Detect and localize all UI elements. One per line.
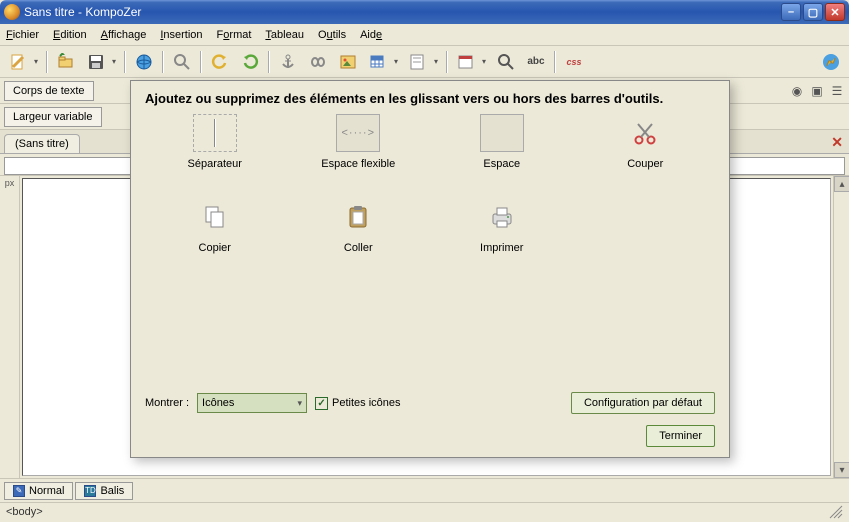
document-tab[interactable]: (Sans titre) xyxy=(4,134,80,153)
show-label: Montrer : xyxy=(145,397,189,409)
calendar-button[interactable] xyxy=(452,49,490,75)
form-button[interactable] xyxy=(404,49,442,75)
toolbar-separator xyxy=(124,51,126,73)
toolbar-separator xyxy=(446,51,448,73)
redo-button[interactable] xyxy=(236,49,264,75)
default-config-button[interactable]: Configuration par défaut xyxy=(571,392,715,414)
check-icon: ✓ xyxy=(315,397,328,410)
paste-icon xyxy=(345,198,371,236)
cut-icon xyxy=(632,114,658,152)
window-controls: – ▢ ✕ xyxy=(781,3,845,21)
open-button[interactable] xyxy=(52,49,80,75)
spellcheck-button[interactable]: abc xyxy=(522,49,550,75)
maximize-button[interactable]: ▢ xyxy=(803,3,823,21)
dom-path[interactable]: <body> xyxy=(6,506,43,518)
scroll-track[interactable] xyxy=(834,192,849,462)
toolbar-separator xyxy=(200,51,202,73)
new-button[interactable] xyxy=(4,49,42,75)
save-button[interactable] xyxy=(82,49,120,75)
menu-insertion[interactable]: Insertion xyxy=(160,29,202,41)
separator-icon xyxy=(193,114,237,152)
item-copy[interactable]: Copier xyxy=(145,198,285,278)
anchor-button[interactable] xyxy=(274,49,302,75)
link-button[interactable] xyxy=(304,49,332,75)
titlebar: Sans titre - KompoZer – ▢ ✕ xyxy=(0,0,849,24)
print-icon xyxy=(489,198,515,236)
toolbar-separator xyxy=(162,51,164,73)
chevron-down-icon: ▾ xyxy=(297,398,302,409)
scroll-down-button[interactable]: ▾ xyxy=(834,462,849,478)
menu-outils[interactable]: Outils xyxy=(318,29,346,41)
item-paste[interactable]: Coller xyxy=(289,198,429,278)
variable-width-button[interactable]: Largeur variable xyxy=(4,107,102,127)
toolbar-separator xyxy=(554,51,556,73)
css-button[interactable]: css xyxy=(560,49,588,75)
view-mode-tabs: ✎Normal TDBalis xyxy=(0,478,849,502)
body-text-button[interactable]: Corps de texte xyxy=(4,81,94,101)
main-toolbar: abc css xyxy=(0,46,849,78)
dialog-items-grid: Séparateur <····> Espace flexible Espace… xyxy=(145,114,715,389)
app-icon xyxy=(4,4,20,20)
show-select[interactable]: Icônes ▾ xyxy=(197,393,307,413)
menu-tableau[interactable]: Tableau xyxy=(265,29,304,41)
browse-button[interactable] xyxy=(130,49,158,75)
dialog-title: Ajoutez ou supprimez des éléments en les… xyxy=(145,91,715,106)
item-cut[interactable]: Couper xyxy=(576,114,716,194)
menu-edition[interactable]: Edition xyxy=(53,29,87,41)
item-print[interactable]: Imprimer xyxy=(432,198,572,278)
settings-icon[interactable]: ☰ xyxy=(829,83,845,99)
scroll-up-button[interactable]: ▴ xyxy=(834,176,849,192)
view-tab-normal[interactable]: ✎Normal xyxy=(4,482,73,500)
find-button[interactable] xyxy=(492,49,520,75)
layers-icon[interactable]: ▣ xyxy=(809,83,825,99)
customize-toolbar-dialog: Ajoutez ou supprimez des éléments en les… xyxy=(130,80,730,458)
image-button[interactable] xyxy=(334,49,362,75)
menu-fichier[interactable]: Fichier xyxy=(6,29,39,41)
dialog-options-row: Montrer : Icônes ▾ ✓ Petites icônes Conf… xyxy=(145,389,715,417)
ruler-unit: px xyxy=(5,178,15,188)
tags-icon: TD xyxy=(84,485,96,497)
toolbar-separator xyxy=(268,51,270,73)
vertical-scrollbar[interactable]: ▴ ▾ xyxy=(833,176,849,478)
copy-icon xyxy=(202,198,228,236)
close-button[interactable]: ✕ xyxy=(825,3,845,21)
minimize-button[interactable]: – xyxy=(781,3,801,21)
toolbar-separator xyxy=(46,51,48,73)
zoom-button[interactable] xyxy=(168,49,196,75)
window-title: Sans titre - KompoZer xyxy=(24,5,781,19)
menu-affichage[interactable]: Affichage xyxy=(101,29,147,41)
item-flex-space[interactable]: <····> Espace flexible xyxy=(289,114,429,194)
menu-format[interactable]: Format xyxy=(217,29,252,41)
source-icon[interactable]: ◉ xyxy=(789,83,805,99)
item-space[interactable]: Espace xyxy=(432,114,572,194)
item-separator[interactable]: Séparateur xyxy=(145,114,285,194)
space-icon xyxy=(480,114,524,152)
menu-aide[interactable]: Aide xyxy=(360,29,382,41)
view-tab-tags[interactable]: TDBalis xyxy=(75,482,133,500)
statusbar: <body> xyxy=(0,502,849,520)
ruler-vertical: px xyxy=(0,176,20,478)
normal-icon: ✎ xyxy=(13,485,25,497)
resize-grip[interactable] xyxy=(829,505,843,519)
undo-button[interactable] xyxy=(206,49,234,75)
kompozer-logo xyxy=(817,49,845,75)
flex-space-icon: <····> xyxy=(336,114,380,152)
tab-close-button[interactable]: ✕ xyxy=(831,134,843,151)
dialog-actions: Terminer xyxy=(145,425,715,447)
done-button[interactable]: Terminer xyxy=(646,425,715,447)
table-insert-button[interactable] xyxy=(364,49,402,75)
menubar: Fichier Edition Affichage Insertion Form… xyxy=(0,24,849,46)
small-icons-checkbox[interactable]: ✓ Petites icônes xyxy=(315,397,400,410)
